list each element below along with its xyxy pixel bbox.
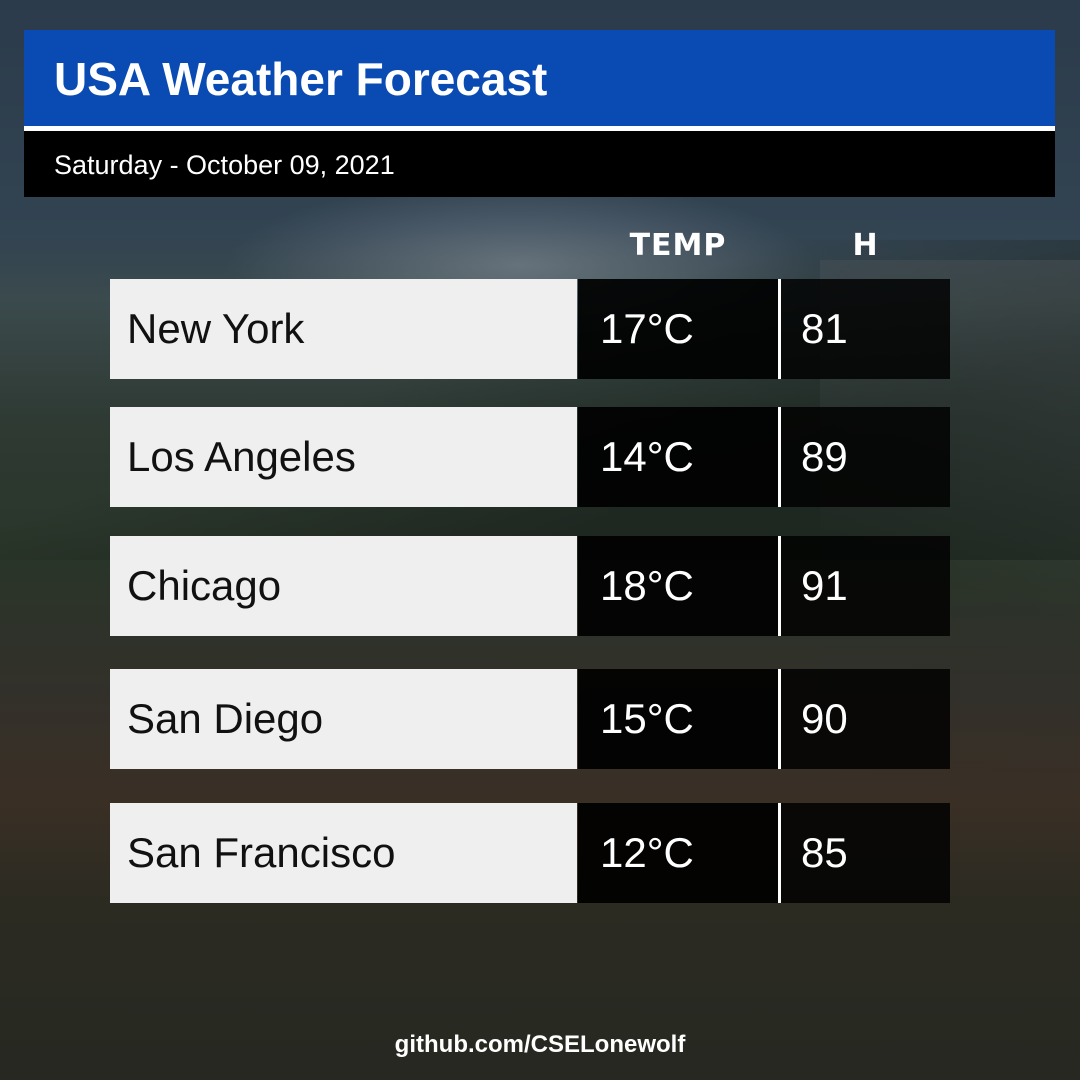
humidity-value: 81 (801, 305, 848, 352)
city-name: Chicago (127, 562, 282, 609)
temperature-value: 18°C (600, 562, 694, 609)
temperature-value: 15°C (600, 695, 694, 742)
temp-cell: 17°C (578, 279, 778, 379)
humidity-value: 89 (801, 433, 848, 480)
date-bar: Saturday - October 09, 2021 (24, 131, 1055, 197)
forecast-date: Saturday - October 09, 2021 (54, 150, 395, 180)
temp-cell: 15°C (578, 669, 778, 769)
temperature-value: 17°C (600, 305, 694, 352)
table-row-los-angeles: Los Angeles 14°C 89 (110, 407, 950, 507)
city-cell: New York (110, 279, 577, 379)
forecast-header: USA Weather Forecast Saturday - October … (24, 30, 1055, 197)
city-name: San Diego (127, 695, 324, 742)
temp-cell: 18°C (578, 536, 778, 636)
city-cell: Chicago (110, 536, 577, 636)
humidity-cell: 91 (781, 536, 950, 636)
temperature-value: 12°C (600, 829, 694, 876)
humidity-value: 85 (801, 829, 848, 876)
table-row-san-francisco: San Francisco 12°C 85 (110, 803, 950, 903)
city-name: New York (127, 305, 305, 352)
humidity-cell: 81 (781, 279, 950, 379)
table-row-chicago: Chicago 18°C 91 (110, 536, 950, 636)
column-header-temp: TEMP (629, 228, 727, 263)
humidity-cell: 89 (781, 407, 950, 507)
temp-cell: 12°C (578, 803, 778, 903)
column-header-humidity: H (852, 228, 878, 263)
footer-credit: github.com/CSELonewolf (394, 1031, 686, 1058)
city-cell: Los Angeles (110, 407, 577, 507)
humidity-cell: 90 (781, 669, 950, 769)
temperature-value: 14°C (600, 433, 694, 480)
city-name: Los Angeles (127, 433, 356, 480)
city-cell: San Francisco (110, 803, 577, 903)
city-cell: San Diego (110, 669, 577, 769)
table-row-new-york: New York 17°C 81 (110, 279, 950, 379)
city-name: San Francisco (127, 829, 396, 876)
temp-cell: 14°C (578, 407, 778, 507)
humidity-value: 90 (801, 695, 848, 742)
title-bar: USA Weather Forecast (24, 30, 1055, 126)
page-title: USA Weather Forecast (54, 53, 548, 105)
table-row-san-diego: San Diego 15°C 90 (110, 669, 950, 769)
humidity-cell: 85 (781, 803, 950, 903)
humidity-value: 91 (801, 562, 848, 609)
